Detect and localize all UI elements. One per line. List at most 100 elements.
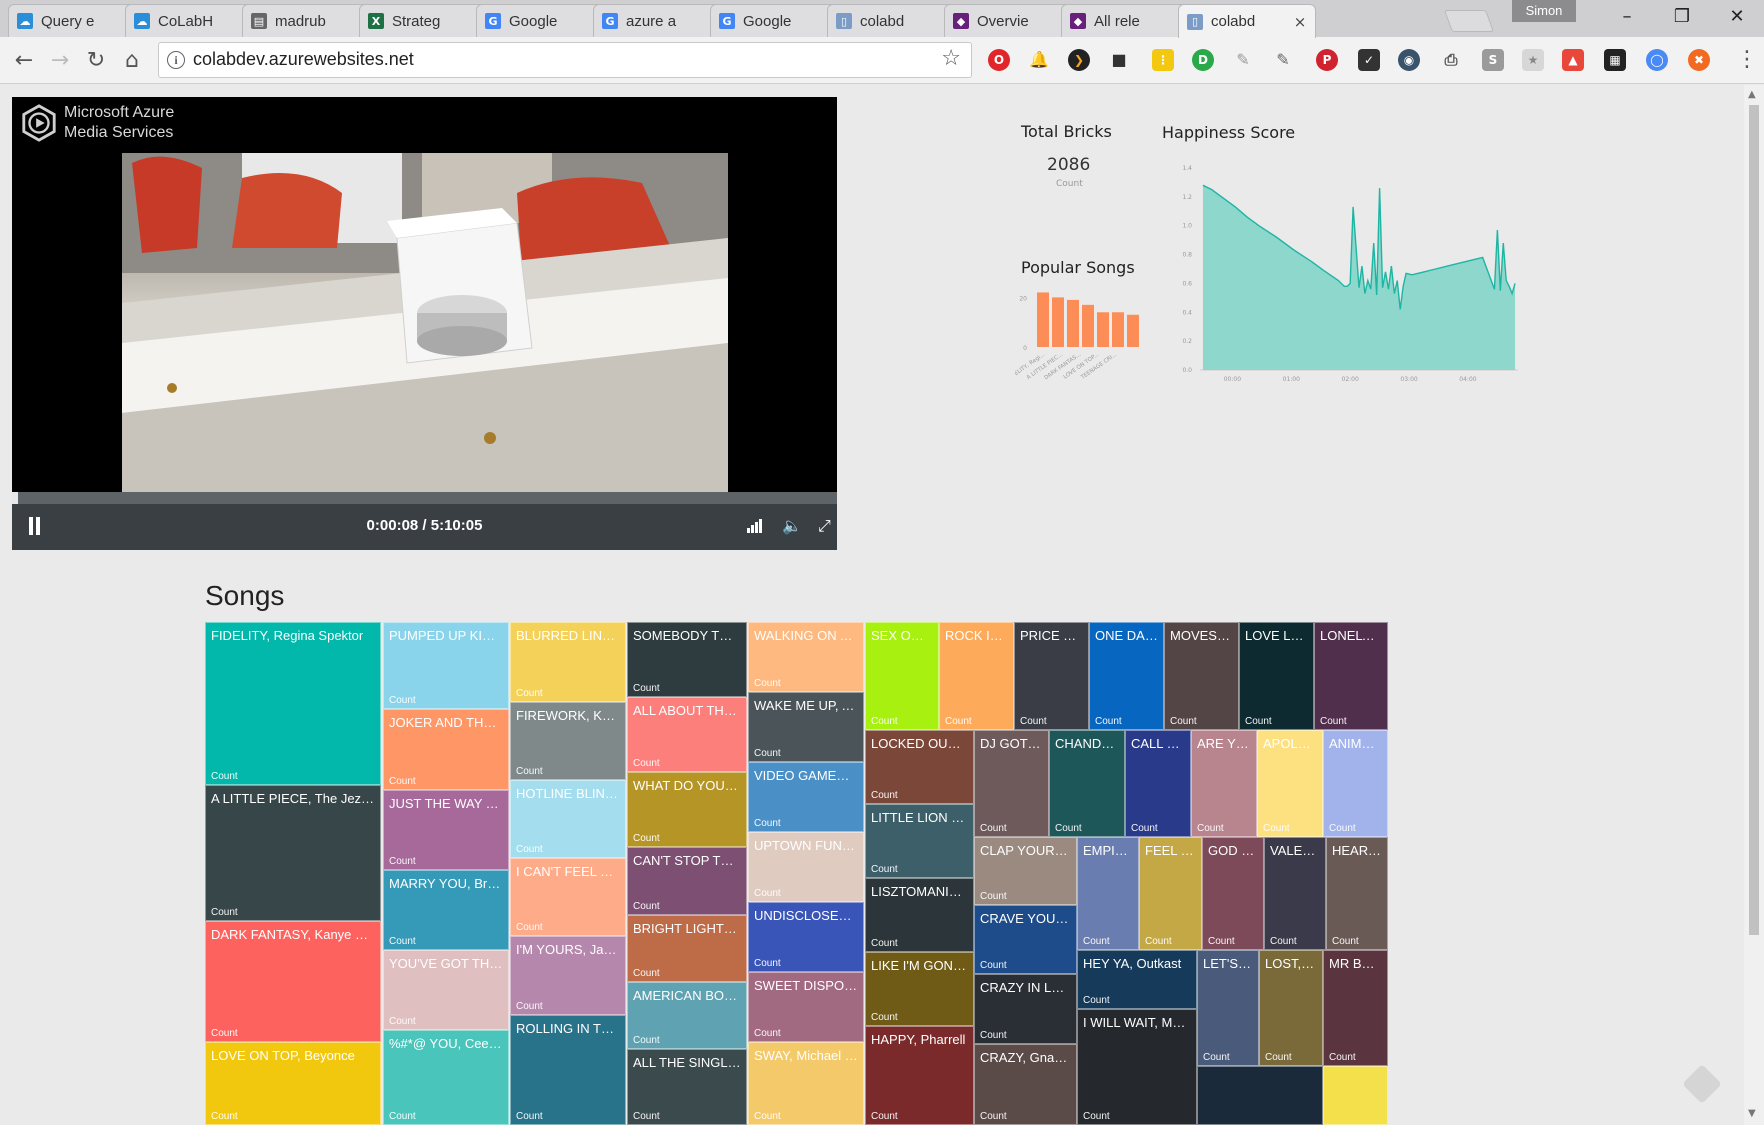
treemap-cell[interactable]: GOD PU... Count [1202,837,1264,950]
treemap-cell[interactable]: I'M YOURS, Jason ... Count [510,936,626,1015]
treemap-cell[interactable]: MOVES LIK... Count [1164,622,1239,730]
pinterest-icon[interactable]: P [1316,49,1338,71]
treemap-cell[interactable]: ONE DANC... Count [1089,622,1164,730]
vertical-scrollbar[interactable]: ▲ ▼ [1744,85,1764,1125]
treemap-cell[interactable]: WAKE ME UP, Avicii Count [748,692,864,762]
scroll-down-arrow-icon[interactable]: ▼ [1748,1108,1756,1119]
treemap-cell[interactable]: A LITTLE PIECE, The Jezabels Count [205,785,381,921]
chrome-menu-icon[interactable]: ⋮ [1736,49,1758,71]
treemap-cell[interactable]: SWAY, Michael Buble Count [748,1042,864,1125]
treemap-cell[interactable]: CRAZY, Gnarles B... Count [974,1044,1077,1125]
treemap-cell[interactable]: ALL ABOUT THAT BA... Count [627,697,747,772]
reload-icon[interactable]: ↻ [82,47,110,75]
treemap-cell[interactable]: ROLLING IN THE DE... Count [510,1015,626,1125]
apps-grid-icon[interactable]: ▦ [1604,49,1626,71]
treemap-cell[interactable]: CRAZY IN LOVE, ... Count [974,974,1077,1044]
treemap-cell[interactable]: SWEET DISPOSITIO... Count [748,972,864,1042]
minimize-icon[interactable]: – [1600,0,1654,34]
video-frame[interactable] [122,153,728,493]
treemap-cell[interactable]: WALKING ON A DR... Count [748,622,864,692]
volume-icon[interactable]: 🔈 [782,516,802,535]
treemap-cell[interactable] [1323,1066,1388,1125]
treemap-cell[interactable]: LOVE LOST,... Count [1239,622,1314,730]
treemap-cell[interactable]: CHANDELI... Count [1049,730,1125,837]
treemap-cell[interactable]: VIDEO GAMES, Lan... Count [748,762,864,832]
bar[interactable] [1127,314,1139,347]
bar[interactable] [1082,304,1094,347]
treemap-cell[interactable]: JUST THE WAY YOU A... Count [383,790,509,870]
treemap-cell[interactable]: YOU'VE GOT THE LOV... Count [383,950,509,1030]
treemap-cell[interactable]: EMPIRE ... Count [1077,837,1139,950]
treemap-cell[interactable]: DJ GOT US ... Count [974,730,1049,837]
back-icon[interactable]: ← [10,47,38,75]
rocket-extension-icon[interactable]: ▲ [1562,49,1584,71]
treemap-cell[interactable]: FEEL SO ... Count [1139,837,1202,950]
treemap-cell[interactable]: SOMEBODY THAT I ... Count [627,622,747,697]
quality-bars-icon[interactable] [747,519,763,533]
treemap-cell[interactable]: UNDISCLOSED DESI... Count [748,902,864,972]
s-extension-icon[interactable]: S [1482,49,1504,71]
treemap-cell[interactable]: ANIMAL, ... Count [1323,730,1388,837]
treemap-cell[interactable]: VALERIE,... Count [1264,837,1326,950]
treemap-cell[interactable]: %#*@ YOU, Cee Lo G... Count [383,1030,509,1125]
treemap-cell[interactable]: JOKER AND THE THIE... Count [383,709,509,790]
fullscreen-icon[interactable]: ⤢ [818,516,831,536]
bar[interactable] [1097,312,1109,347]
profile-button[interactable]: Simon [1512,0,1576,22]
home-icon[interactable]: ⌂ [118,47,146,75]
bookmark-star-icon[interactable]: ☆ [941,46,961,71]
video-player[interactable]: Microsoft Azure Media Services 0:00:08 /… [12,97,837,550]
bar[interactable] [1037,292,1049,347]
happiness-area[interactable] [1202,185,1516,370]
mask-extension-icon[interactable]: ■ [1108,49,1130,71]
treemap-cell[interactable]: LIKE I'M GONNA L... Count [865,952,974,1026]
scrollbar-thumb[interactable] [1749,105,1759,935]
bar[interactable] [1067,299,1079,347]
treemap-cell[interactable]: BRIGHT LIGHTS BIG... Count [627,915,747,982]
bell-extension-icon[interactable]: 🔔 [1028,49,1050,71]
treemap-cell[interactable]: PUMPED UP KICKS, F... Count [383,622,509,709]
treemap-cell[interactable]: I WILL WAIT, Mumfo... Count [1077,1009,1197,1125]
treemap-cell[interactable]: ARE YOU ... Count [1191,730,1257,837]
seek-bar[interactable] [12,492,837,504]
treemap-cell[interactable]: HAPPY, Pharrell Count [865,1026,974,1125]
restore-icon[interactable]: ❐ [1655,0,1709,34]
treemap-cell[interactable]: LISZTOMANIA, Ph... Count [865,878,974,952]
treemap-cell[interactable]: AMERICAN BOY, Est... Count [627,982,747,1049]
treemap-cell[interactable]: ALL THE SINGLE LAD... Count [627,1049,747,1125]
treemap-cell[interactable]: I CAN'T FEEL MY FA... Count [510,858,626,936]
printer-extension-icon[interactable]: ⎙ [1440,49,1462,71]
treemap-cell[interactable]: PRICE TAG, ... Count [1014,622,1089,730]
browser-tab[interactable]: ▯ colabd × [1178,4,1316,38]
site-info-icon[interactable]: i [167,51,185,69]
bar[interactable] [1052,297,1064,347]
powerbi-extension-icon[interactable]: ⋮ [1152,49,1174,71]
treemap-cell[interactable]: UPTOWN FUNK, Ma... Count [748,832,864,902]
treemap-cell[interactable]: LONELY BO... Count [1314,622,1388,730]
new-tab-button[interactable] [1443,10,1495,32]
scroll-up-arrow-icon[interactable]: ▲ [1748,89,1756,100]
pin2-extension-icon[interactable]: ✎ [1272,49,1294,71]
orange-extension-icon[interactable]: ✖ [1688,49,1710,71]
treemap-cell[interactable]: CALL ME ... Count [1125,730,1191,837]
treemap-cell[interactable]: APOLOGI... Count [1257,730,1323,837]
close-window-icon[interactable]: ✕ [1710,0,1764,34]
treemap-cell[interactable]: LITTLE LION MAN,... Count [865,804,974,878]
happiness-chart[interactable]: 0.0 0.2 0.4 0.6 0.8 1.0 1.2 1.4 00:00 01:00 02:00 0… [1150,135,1550,385]
star-extension-icon[interactable]: ★ [1522,49,1544,71]
treemap-cell[interactable]: FIDELITY, Regina Spektor Count [205,622,381,785]
treemap-cell[interactable]: BLURRED LINES, Ro... Count [510,622,626,702]
treemap-cell[interactable]: LOST, Fra... Count [1259,950,1323,1066]
pin-extension-icon[interactable]: ✎ [1232,49,1254,71]
chrome-extension-icon[interactable]: ◯ [1646,49,1668,71]
treemap-cell[interactable]: HEY YA, Outkast Count [1077,950,1197,1009]
treemap-cell[interactable]: HOTLINE BLING, Dr... Count [510,780,626,858]
forward-icon[interactable]: → [46,47,74,75]
songs-treemap[interactable]: FIDELITY, Regina Spektor Count A LITTLE PI… [205,622,1538,1125]
arrow-extension-icon[interactable]: ❯ [1068,49,1090,71]
treemap-cell[interactable]: LET'S GE... Count [1197,950,1259,1066]
popular-songs-chart[interactable]: 020FIDELITY, Regi...A LITTLE PIEC...DARK… [1015,275,1155,385]
treemap-cell[interactable]: HEARTB... Count [1326,837,1388,950]
green-extension-icon[interactable]: D [1192,49,1214,71]
treemap-cell[interactable]: MR BRIG... Count [1323,950,1388,1066]
